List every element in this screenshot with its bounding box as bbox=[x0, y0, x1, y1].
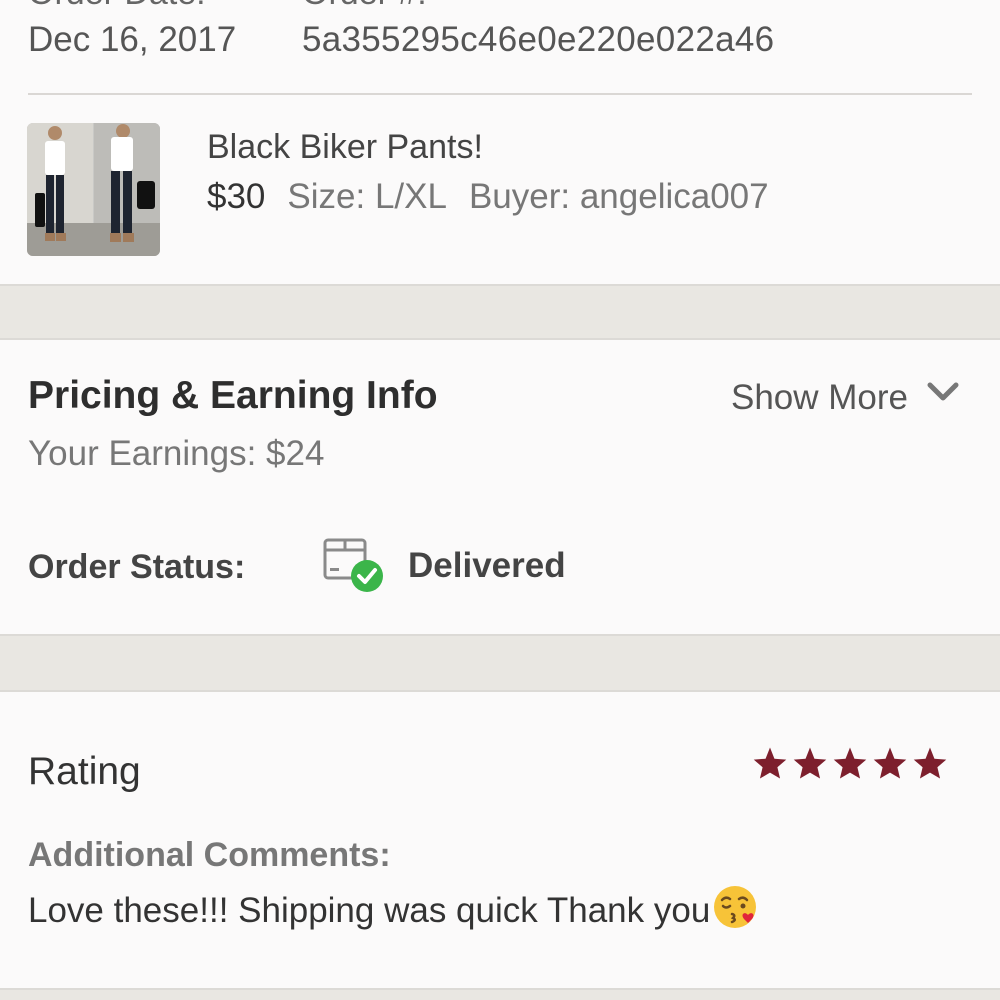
star-icon bbox=[753, 747, 787, 779]
product-thumbnail[interactable] bbox=[27, 123, 160, 256]
additional-comments-label: Additional Comments: bbox=[28, 836, 391, 874]
star-rating bbox=[752, 746, 948, 780]
comment-body: Love these!!! Shipping was quick Thank y… bbox=[28, 891, 711, 930]
star-icon bbox=[873, 747, 907, 779]
item-buyer[interactable]: Buyer: angelica007 bbox=[469, 177, 769, 216]
divider bbox=[28, 93, 972, 95]
star-icon bbox=[833, 747, 867, 779]
order-summary-card: Order Date: Order #: Dec 16, 2017 5a3552… bbox=[0, 0, 1000, 286]
rating-card: Rating Additional Comments: Love these!!… bbox=[0, 690, 1000, 990]
item-price: $30 bbox=[207, 177, 266, 216]
delivered-box-icon bbox=[322, 536, 386, 601]
order-number-label: Order #: bbox=[302, 0, 427, 13]
kiss-emoji-icon bbox=[712, 884, 758, 939]
order-date: Dec 16, 2017 bbox=[28, 20, 237, 59]
star-icon bbox=[913, 747, 947, 779]
earnings-text: Your Earnings: $24 bbox=[28, 434, 325, 473]
pricing-earning-card: Pricing & Earning Info Your Earnings: $2… bbox=[0, 338, 1000, 506]
order-status-label: Order Status: bbox=[28, 548, 246, 586]
item-size: Size: L/XL bbox=[287, 177, 447, 216]
order-date-label: Order Date: bbox=[28, 0, 206, 13]
item-meta: $30 Size: L/XL Buyer: angelica007 bbox=[207, 177, 791, 217]
rating-title: Rating bbox=[28, 750, 141, 793]
show-more-button[interactable]: Show More bbox=[731, 378, 908, 418]
item-title[interactable]: Black Biker Pants! bbox=[207, 128, 483, 167]
pricing-title: Pricing & Earning Info bbox=[28, 374, 438, 417]
order-number: 5a355295c46e0e220e022a46 bbox=[302, 20, 775, 59]
star-icon bbox=[793, 747, 827, 779]
chevron-down-icon[interactable] bbox=[926, 380, 960, 409]
order-status-value: Delivered bbox=[408, 546, 566, 585]
additional-comments-text: Love these!!! Shipping was quick Thank y… bbox=[28, 884, 758, 939]
order-status-card: Order Status: Delivered bbox=[0, 504, 1000, 636]
